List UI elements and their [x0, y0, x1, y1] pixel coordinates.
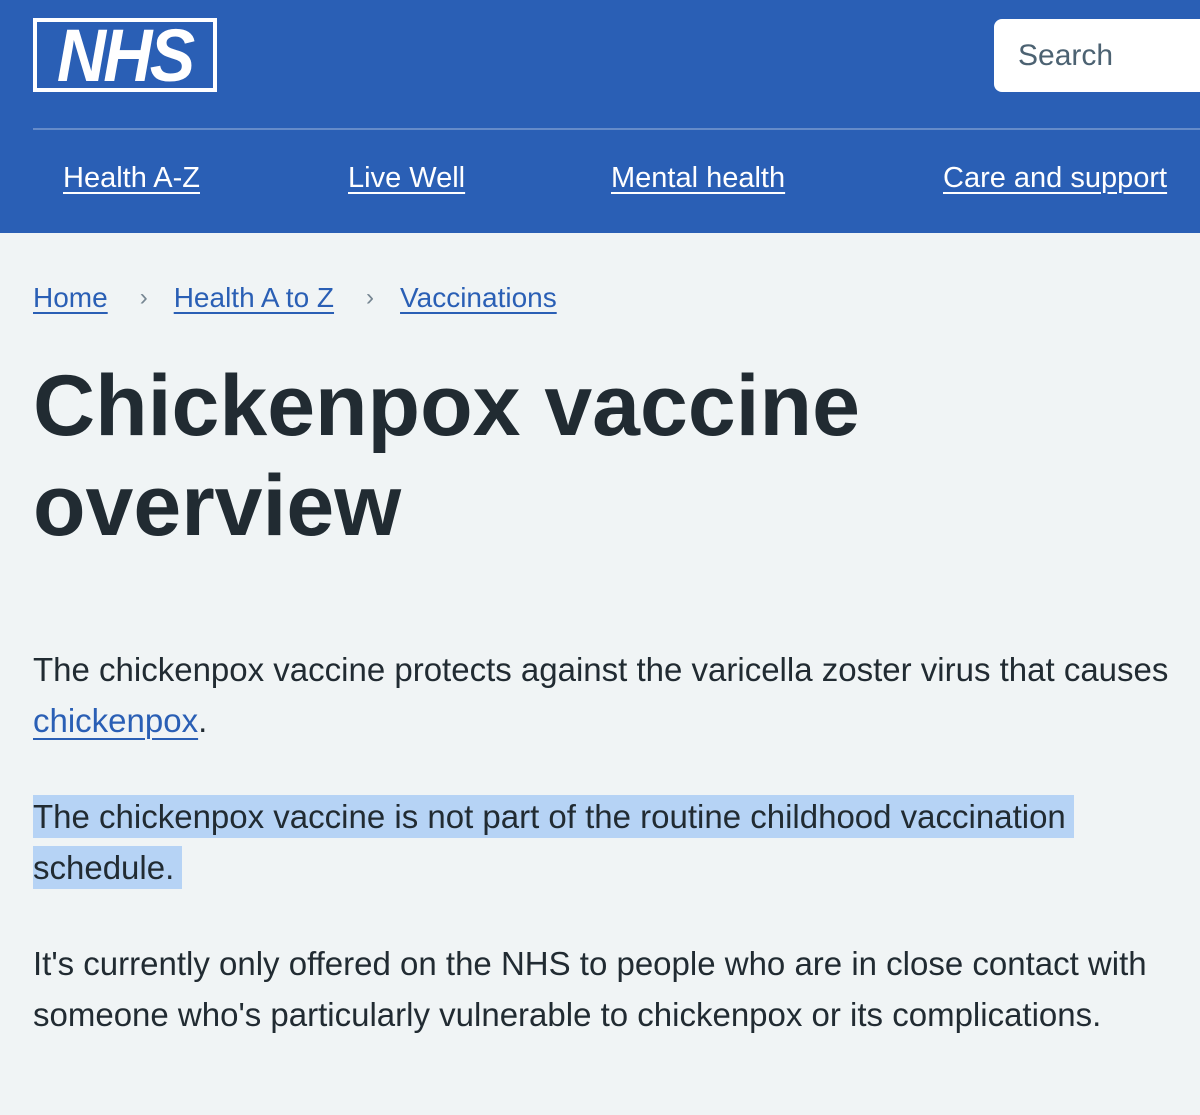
chickenpox-link[interactable]: chickenpox [33, 702, 198, 739]
nhs-logo-box: NHS [37, 19, 213, 93]
nhs-logo[interactable]: NHS [33, 18, 217, 93]
search-input[interactable] [994, 19, 1200, 92]
nhs-logo-text: NHS [57, 14, 195, 97]
nav-item-live-well[interactable]: Live Well [348, 164, 465, 193]
eligibility-paragraph: It's currently only offered on the NHS t… [33, 945, 1147, 1033]
breadcrumb-link-health-a-to-z[interactable]: Health A to Z [174, 282, 334, 313]
selected-text-highlight: The chickenpox vaccine is not part of th… [33, 795, 1074, 889]
schedule-paragraph: The chickenpox vaccine is not part of th… [33, 791, 1183, 893]
main-nav: Health A-Z Live Well Mental health Care … [0, 130, 1200, 233]
breadcrumb-separator-icon: › [366, 284, 375, 311]
intro-paragraph: The chickenpox vaccine protects against … [33, 644, 1183, 746]
nav-item-health-a-z[interactable]: Health A-Z [63, 164, 200, 193]
breadcrumb: Home › Health A to Z › Vaccinations [33, 280, 557, 316]
page-title: Chickenpox vaccine overview [33, 358, 860, 554]
breadcrumb-link-vaccinations[interactable]: Vaccinations [400, 282, 557, 313]
intro-text: The chickenpox vaccine protects against … [33, 651, 1169, 688]
breadcrumb-separator-icon: › [139, 284, 148, 311]
breadcrumb-link-home[interactable]: Home [33, 282, 108, 313]
intro-text-end: . [198, 702, 208, 739]
site-header: NHS Health A-Z Live Well Mental health C… [0, 0, 1200, 233]
nav-item-mental-health[interactable]: Mental health [611, 164, 785, 193]
nav-item-care-and-support[interactable]: Care and support [943, 164, 1167, 193]
